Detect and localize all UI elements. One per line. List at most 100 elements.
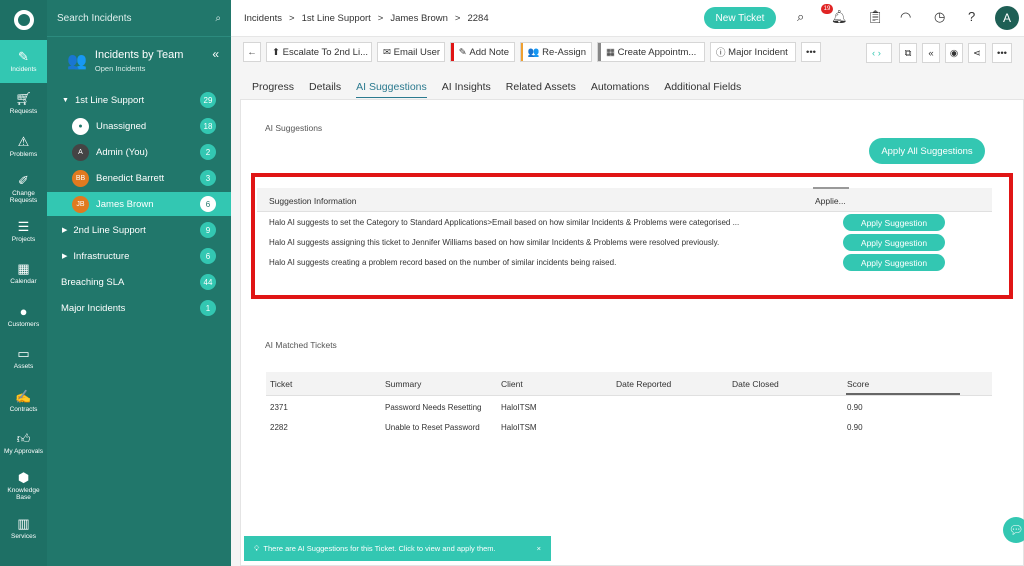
escalate-label: Escalate To 2nd Li... bbox=[282, 46, 368, 58]
search-incidents[interactable]: Search Incidents ⌕ bbox=[47, 0, 231, 37]
email-user-button[interactable]: ✉ Email User bbox=[377, 42, 445, 62]
toast-text: There are AI Suggestions for this Ticket… bbox=[263, 544, 496, 553]
breadcrumb-separator: > bbox=[289, 12, 295, 24]
col-applied[interactable]: Applie... bbox=[815, 196, 846, 206]
nav-item-my-approvals[interactable]: 👍︎ My Approvals bbox=[0, 423, 47, 466]
bell-icon[interactable]: 🔔︎ bbox=[831, 9, 848, 25]
chat-icon[interactable]: 💬︎ bbox=[1003, 517, 1024, 543]
sidebar-item-admin[interactable]: A Admin (You) 2 bbox=[47, 140, 231, 164]
sidebar-item-benedict[interactable]: BB Benedict Barrett 3 bbox=[47, 166, 231, 190]
nav-item-calendar[interactable]: ▦ Calendar bbox=[0, 253, 47, 296]
content-card: AI Suggestions Apply All Suggestions Sug… bbox=[240, 99, 1024, 566]
popout-icon[interactable]: ⧉ bbox=[899, 43, 917, 63]
col-suggestion-info[interactable]: Suggestion Information bbox=[269, 196, 356, 206]
sidebar-item-label: James Brown bbox=[96, 198, 154, 210]
sidebar-item-label: Infrastructure bbox=[73, 250, 130, 262]
sidebar-item-unassigned[interactable]: ● Unassigned 18 bbox=[47, 114, 231, 138]
breadcrumb-separator: > bbox=[454, 12, 461, 24]
col-date-reported[interactable]: Date Reported bbox=[616, 379, 671, 389]
count-badge: 6 bbox=[200, 196, 216, 212]
tab-automations[interactable]: Automations bbox=[591, 81, 649, 98]
tab-related-assets[interactable]: Related Assets bbox=[506, 81, 576, 98]
clock-icon[interactable]: ◷ bbox=[934, 9, 945, 25]
more-actions-button[interactable]: ••• bbox=[801, 42, 821, 62]
email-label: Email User bbox=[393, 46, 441, 58]
col-date-closed[interactable]: Date Closed bbox=[732, 379, 779, 389]
halo-logo[interactable] bbox=[0, 0, 47, 40]
collapse-icon[interactable]: « bbox=[922, 43, 940, 63]
sidebar-item-james[interactable]: JB James Brown 6 bbox=[47, 192, 231, 216]
table-row[interactable]: 2282 Unable to Reset Password HaloITSM 0… bbox=[266, 416, 992, 436]
nav-item-knowledge-base[interactable]: ⬢ Knowledge Base bbox=[0, 465, 47, 508]
arrow-up-icon: ⬆ bbox=[272, 46, 280, 58]
apply-all-button[interactable]: Apply All Suggestions bbox=[869, 138, 985, 164]
col-client[interactable]: Client bbox=[501, 379, 523, 389]
nav-item-projects[interactable]: ☰ Projects bbox=[0, 210, 47, 253]
share-icon[interactable]: ⋖ bbox=[968, 43, 986, 63]
sort-indicator bbox=[846, 393, 960, 395]
sidebar-item-label: Unassigned bbox=[96, 120, 147, 132]
ai-suggestion-toast[interactable]: 💡︎ There are AI Suggestions for this Tic… bbox=[244, 536, 551, 561]
search-input[interactable]: Search Incidents bbox=[57, 13, 132, 24]
sidebar-item-2nd-line[interactable]: ▶ 2nd Line Support 9 bbox=[47, 218, 231, 242]
breadcrumb-team[interactable]: 1st Line Support bbox=[302, 13, 371, 24]
eye-icon[interactable]: ◉ bbox=[945, 43, 963, 63]
close-icon[interactable]: × bbox=[537, 544, 541, 553]
search-icon[interactable]: ⌕ bbox=[797, 9, 804, 25]
apply-suggestion-button[interactable]: Apply Suggestion bbox=[843, 214, 945, 231]
sidebar-item-breaching[interactable]: Breaching SLA 44 bbox=[47, 270, 231, 294]
collapse-icon[interactable]: « bbox=[212, 47, 219, 61]
nav-item-requests[interactable]: 🛒︎ Requests bbox=[0, 83, 47, 126]
search-icon[interactable]: ⌕ bbox=[215, 13, 221, 24]
nav-item-assets[interactable]: ▭ Assets bbox=[0, 338, 47, 381]
apply-suggestion-button[interactable]: Apply Suggestion bbox=[843, 234, 945, 251]
sidebar-item-major[interactable]: Major Incidents 1 bbox=[47, 296, 231, 320]
column-resize-bar[interactable] bbox=[813, 187, 849, 189]
count-badge: 29 bbox=[200, 92, 216, 108]
tab-additional-fields[interactable]: Additional Fields bbox=[664, 81, 741, 98]
col-ticket[interactable]: Ticket bbox=[270, 379, 292, 389]
back-button[interactable]: ← bbox=[243, 42, 261, 62]
nav-item-problems[interactable]: ⚠ Problems bbox=[0, 125, 47, 168]
more-icon[interactable]: ••• bbox=[992, 43, 1012, 63]
col-summary[interactable]: Summary bbox=[385, 379, 421, 389]
tab-progress[interactable]: Progress bbox=[252, 81, 294, 98]
suggestion-text: Halo AI suggests assigning this ticket t… bbox=[269, 238, 720, 247]
warning-icon: ⚠ bbox=[17, 133, 30, 149]
reassign-button[interactable]: 👥 Re-Assign bbox=[520, 42, 592, 62]
col-score[interactable]: Score bbox=[847, 379, 869, 389]
breadcrumb-incidents[interactable]: Incidents bbox=[244, 13, 282, 24]
prev-next-buttons[interactable]: ‹ › bbox=[866, 43, 892, 63]
escalate-button[interactable]: ⬆ Escalate To 2nd Li... bbox=[266, 42, 372, 62]
nav-item-label: Customers bbox=[7, 320, 40, 328]
nav-item-customers[interactable]: ● Customers bbox=[0, 295, 47, 338]
breadcrumb-agent[interactable]: James Brown bbox=[390, 13, 448, 24]
nav-item-incidents[interactable]: ✎ Incidents bbox=[0, 40, 47, 83]
tab-details[interactable]: Details bbox=[309, 81, 341, 98]
rss-icon[interactable]: ◠ bbox=[900, 9, 911, 25]
major-incident-button[interactable]: ⓘ Major Incident bbox=[710, 42, 796, 62]
nav-item-contracts[interactable]: ✍ Contracts bbox=[0, 380, 47, 423]
add-note-button[interactable]: ✎ Add Note bbox=[450, 42, 515, 62]
count-badge: 3 bbox=[200, 170, 216, 186]
projects-icon: ☰ bbox=[17, 218, 30, 234]
sidebar-item-infrastructure[interactable]: ▶ Infrastructure 6 bbox=[47, 244, 231, 268]
user-avatar[interactable]: A bbox=[995, 6, 1019, 30]
clipboard-icon[interactable]: 📋︎ bbox=[867, 9, 884, 25]
calendar-icon: ▦ bbox=[17, 261, 30, 277]
nav-item-services[interactable]: ▥ Services bbox=[0, 508, 47, 551]
help-icon[interactable]: ? bbox=[968, 9, 975, 24]
tab-ai-insights[interactable]: AI Insights bbox=[442, 81, 491, 98]
sidebar-item-1st-line[interactable]: ▼ 1st Line Support 29 bbox=[47, 88, 231, 112]
sidebar-header: 👥 Incidents by Team Open Incidents « bbox=[47, 37, 231, 85]
suggestion-row: Halo AI suggests to set the Category to … bbox=[257, 212, 992, 232]
action-toolbar: ← ⬆ Escalate To 2nd Li... ✉ Email User ✎… bbox=[243, 42, 821, 62]
apply-suggestion-button[interactable]: Apply Suggestion bbox=[843, 254, 945, 271]
create-appointment-button[interactable]: ▦ Create Appointm... bbox=[597, 42, 705, 62]
tab-ai-suggestions[interactable]: AI Suggestions bbox=[356, 81, 427, 98]
nav-item-change-requests[interactable]: ✐ Change Requests bbox=[0, 168, 47, 211]
status-marker bbox=[451, 43, 454, 61]
table-row[interactable]: 2371 Password Needs Resetting HaloITSM 0… bbox=[266, 396, 992, 416]
breadcrumb-separator: > bbox=[377, 12, 384, 24]
new-ticket-button[interactable]: New Ticket bbox=[704, 7, 776, 29]
